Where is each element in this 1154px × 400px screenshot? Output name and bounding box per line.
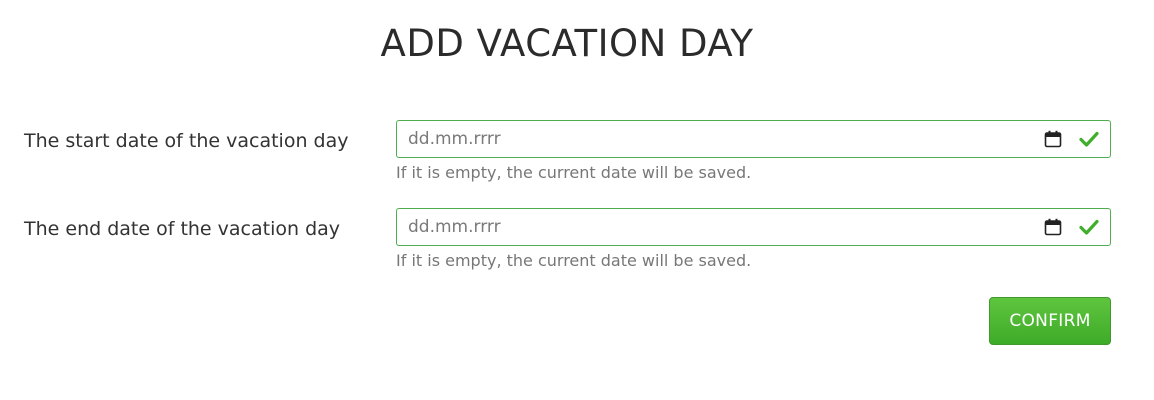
start-date-placeholder: dd.mm.rrrr bbox=[408, 129, 501, 149]
calendar-icon[interactable] bbox=[1044, 218, 1062, 236]
end-date-help-text: If it is empty, the current date will be… bbox=[396, 251, 752, 270]
end-date-placeholder: dd.mm.rrrr bbox=[408, 217, 501, 237]
calendar-icon[interactable] bbox=[1044, 130, 1062, 148]
confirm-button[interactable]: CONFIRM bbox=[989, 297, 1111, 345]
start-date-label: The start date of the vacation day bbox=[24, 130, 349, 152]
add-vacation-day-page: ADD VACATION DAY The start date of the v… bbox=[0, 0, 1154, 400]
start-date-help-text: If it is empty, the current date will be… bbox=[396, 163, 752, 182]
start-date-input[interactable]: dd.mm.rrrr bbox=[396, 120, 1111, 158]
page-title: ADD VACATION DAY bbox=[380, 22, 754, 65]
end-date-label: The end date of the vacation day bbox=[24, 218, 341, 240]
checkmark-icon bbox=[1079, 131, 1099, 147]
checkmark-icon bbox=[1079, 219, 1099, 235]
end-date-input[interactable]: dd.mm.rrrr bbox=[396, 208, 1111, 246]
